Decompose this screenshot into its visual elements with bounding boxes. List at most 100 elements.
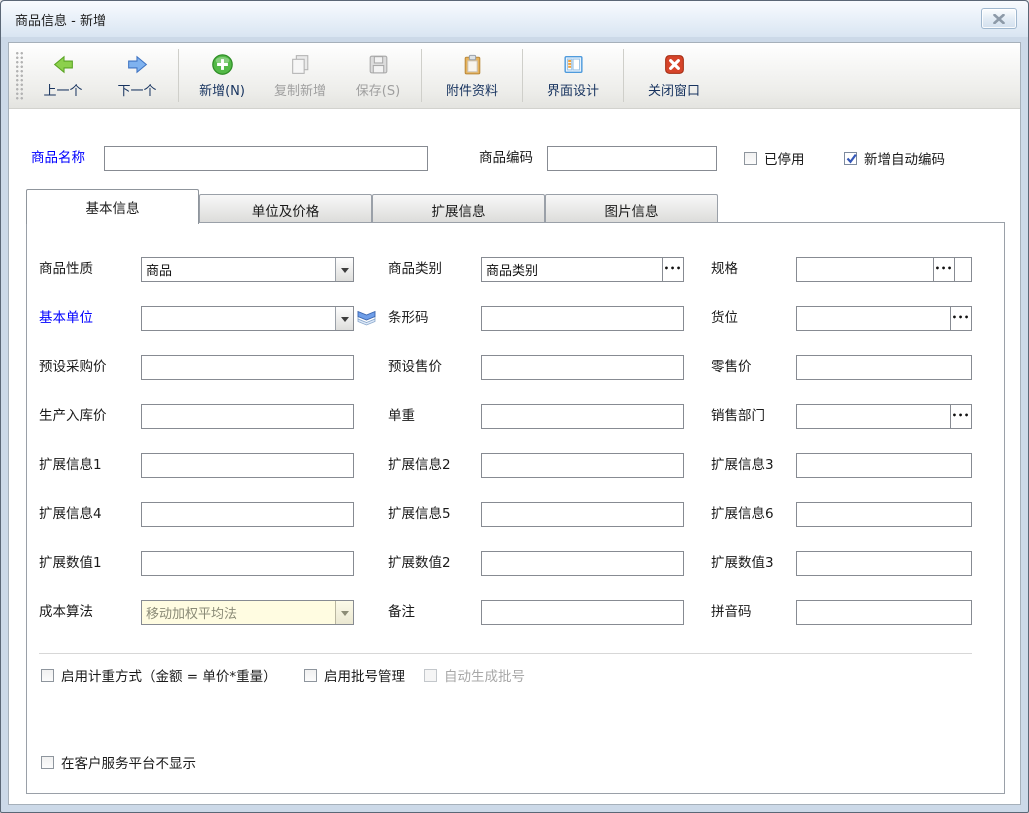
base-unit-value[interactable] xyxy=(142,307,335,330)
production-in-price-value[interactable] xyxy=(142,405,353,428)
pinyin-field[interactable] xyxy=(796,600,972,625)
remark-value[interactable] xyxy=(482,601,683,624)
nature-value[interactable] xyxy=(142,258,335,281)
retail-price-field[interactable] xyxy=(796,355,972,380)
unit-weight-field[interactable] xyxy=(481,404,684,429)
save-label: 保存(S) xyxy=(356,80,400,99)
dropdown-arrow-button[interactable] xyxy=(335,307,353,330)
next-label: 下一个 xyxy=(117,80,156,99)
ext-num3-field[interactable] xyxy=(796,551,972,576)
ext-num2-value[interactable] xyxy=(482,552,683,575)
product-info-window: 商品信息 - 新增 上一个 下一个 xyxy=(0,0,1029,813)
production-in-price-field[interactable] xyxy=(141,404,354,429)
retail-price-value[interactable] xyxy=(797,356,971,379)
base-unit-combobox[interactable] xyxy=(141,306,354,331)
ext-num1-value[interactable] xyxy=(142,552,353,575)
previous-button[interactable]: 上一个 xyxy=(26,47,100,105)
product-code-label: 商品编码 xyxy=(479,146,533,171)
ext-num3-value[interactable] xyxy=(797,552,971,575)
ext-info3-value[interactable] xyxy=(797,454,971,477)
category-value[interactable] xyxy=(482,258,662,281)
ui-design-button[interactable]: 界面设计 xyxy=(527,47,619,105)
close-window-button[interactable]: 关闭窗口 xyxy=(628,47,720,105)
browse-button[interactable]: ••• xyxy=(950,405,971,428)
tab-bar: 基本信息 单位及价格 扩展信息 图片信息 xyxy=(26,189,718,224)
spec-label: 规格 xyxy=(711,257,738,282)
pinyin-value[interactable] xyxy=(797,601,971,624)
dropdown-arrow-button[interactable] xyxy=(335,258,353,281)
clipboard-icon xyxy=(460,52,485,77)
hide-platform-checkbox[interactable]: 在客户服务平台不显示 xyxy=(41,754,196,770)
ext-num1-label: 扩展数值1 xyxy=(39,551,102,576)
ext-info5-label: 扩展信息5 xyxy=(388,502,451,527)
spec-value[interactable] xyxy=(797,258,933,281)
barcode-field[interactable] xyxy=(481,306,684,331)
preset-sale-price-value[interactable] xyxy=(482,356,683,379)
ext-info4-value[interactable] xyxy=(142,503,353,526)
attachments-button[interactable]: 附件资料 xyxy=(426,47,518,105)
ext-info1-value[interactable] xyxy=(142,454,353,477)
add-new-button[interactable]: 新增(N) xyxy=(183,47,261,105)
checkbox-box xyxy=(844,152,857,165)
batch-checkbox[interactable]: 启用批号管理 xyxy=(304,667,405,683)
ext-info5-field[interactable] xyxy=(481,502,684,527)
weighing-checkbox[interactable]: 启用计重方式（金额 = 单价*重量） xyxy=(41,667,277,683)
save-button: 保存(S) xyxy=(339,47,417,105)
remark-label: 备注 xyxy=(388,600,415,625)
ext-info6-value[interactable] xyxy=(797,503,971,526)
preset-sale-price-field[interactable] xyxy=(481,355,684,380)
ext-info2-value[interactable] xyxy=(482,454,683,477)
base-unit-label[interactable]: 基本单位 xyxy=(39,306,93,331)
location-value[interactable] xyxy=(797,307,950,330)
save-icon xyxy=(366,52,391,77)
ext-info6-field[interactable] xyxy=(796,502,972,527)
ext-info5-value[interactable] xyxy=(482,503,683,526)
sales-dept-field[interactable]: ••• xyxy=(796,404,972,429)
ext-info4-label: 扩展信息4 xyxy=(39,502,102,527)
toolbar-grip xyxy=(15,51,24,101)
toolbar-separator xyxy=(522,49,523,102)
remark-field[interactable] xyxy=(481,600,684,625)
nature-combobox[interactable] xyxy=(141,257,354,282)
unit-weight-value[interactable] xyxy=(482,405,683,428)
product-code-input[interactable] xyxy=(547,146,717,171)
ext-info3-field[interactable] xyxy=(796,453,972,478)
toolbar-separator xyxy=(421,49,422,102)
preset-purchase-price-value[interactable] xyxy=(142,356,353,379)
spec-field[interactable]: ••• xyxy=(796,257,972,282)
location-field[interactable]: ••• xyxy=(796,306,972,331)
ext-num1-field[interactable] xyxy=(141,551,354,576)
browse-button[interactable]: ••• xyxy=(950,307,971,330)
auto-batch-checkbox: 自动生成批号 xyxy=(424,667,525,683)
browse-button[interactable]: ••• xyxy=(662,258,683,281)
category-label: 商品类别 xyxy=(388,257,442,282)
barcode-value[interactable] xyxy=(482,307,683,330)
preset-purchase-price-field[interactable] xyxy=(141,355,354,380)
auto-batch-label: 自动生成批号 xyxy=(444,665,525,685)
stopped-checkbox[interactable]: 已停用 xyxy=(744,150,805,166)
autocode-checkbox[interactable]: 新增自动编码 xyxy=(844,150,945,166)
category-field[interactable]: ••• xyxy=(481,257,684,282)
ext-info4-field[interactable] xyxy=(141,502,354,527)
product-name-input[interactable] xyxy=(104,146,428,171)
window-content: 上一个 下一个 新增(N) xyxy=(8,42,1021,805)
tab-basic-info[interactable]: 基本信息 xyxy=(26,189,199,224)
window-close-button[interactable] xyxy=(981,8,1017,29)
spec-extra-segment xyxy=(954,258,971,281)
ext-num2-field[interactable] xyxy=(481,551,684,576)
tab-image-info[interactable]: 图片信息 xyxy=(545,194,718,224)
add-new-label: 新增(N) xyxy=(199,80,245,99)
ext-info2-field[interactable] xyxy=(481,453,684,478)
tab-extended-info[interactable]: 扩展信息 xyxy=(372,194,545,224)
section-divider xyxy=(39,653,972,654)
book-icon xyxy=(355,307,378,330)
ext-num3-label: 扩展数值3 xyxy=(711,551,774,576)
browse-button[interactable]: ••• xyxy=(933,258,954,281)
ext-info1-field[interactable] xyxy=(141,453,354,478)
sales-dept-value[interactable] xyxy=(797,405,950,428)
tab-unit-and-price[interactable]: 单位及价格 xyxy=(199,194,372,224)
cost-method-value xyxy=(142,601,335,624)
retail-price-label: 零售价 xyxy=(711,355,752,380)
dropdown-arrow-button xyxy=(335,601,353,624)
next-button[interactable]: 下一个 xyxy=(100,47,174,105)
